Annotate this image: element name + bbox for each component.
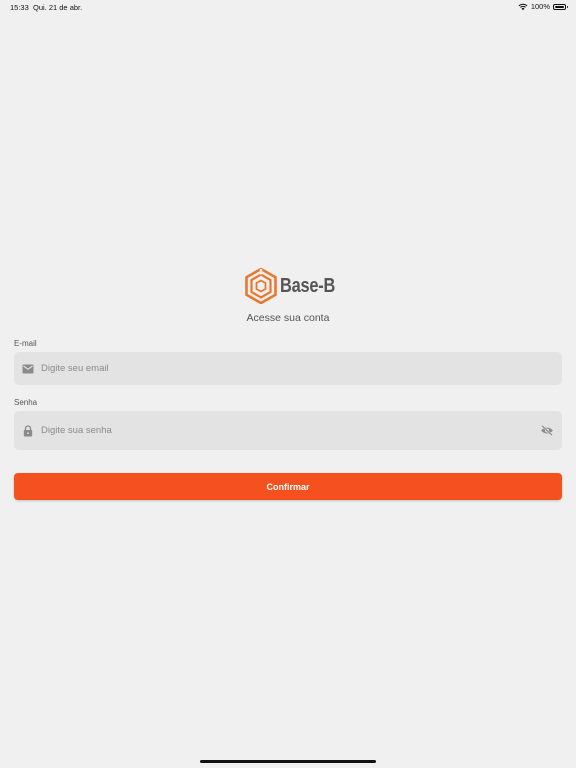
logo-text: Base-B <box>280 274 336 297</box>
lock-icon <box>22 424 34 437</box>
status-date: Qui. 21 de abr. <box>33 3 83 12</box>
password-field[interactable] <box>14 411 562 450</box>
home-indicator <box>200 760 376 763</box>
password-label: Senha <box>14 398 38 407</box>
wifi-icon <box>518 3 528 10</box>
hexagon-logo-icon <box>245 268 277 304</box>
battery-icon <box>553 3 568 10</box>
battery-percentage: 100% <box>530 2 550 11</box>
password-input[interactable] <box>41 411 540 450</box>
status-indicators: 100% <box>518 2 568 11</box>
email-input[interactable] <box>41 352 562 385</box>
mail-icon <box>22 363 34 375</box>
status-bar: 15:33 Qui. 21 de abr. 100% <box>0 0 576 14</box>
email-label: E-mail <box>14 339 37 348</box>
email-field[interactable] <box>14 352 562 385</box>
login-subtitle: Acesse sua conta <box>246 312 330 324</box>
confirm-button[interactable]: Confirmar <box>14 473 562 500</box>
status-time: 15:33 <box>10 3 29 12</box>
app-logo: Base-B <box>245 268 347 304</box>
eye-off-icon[interactable] <box>540 425 554 437</box>
